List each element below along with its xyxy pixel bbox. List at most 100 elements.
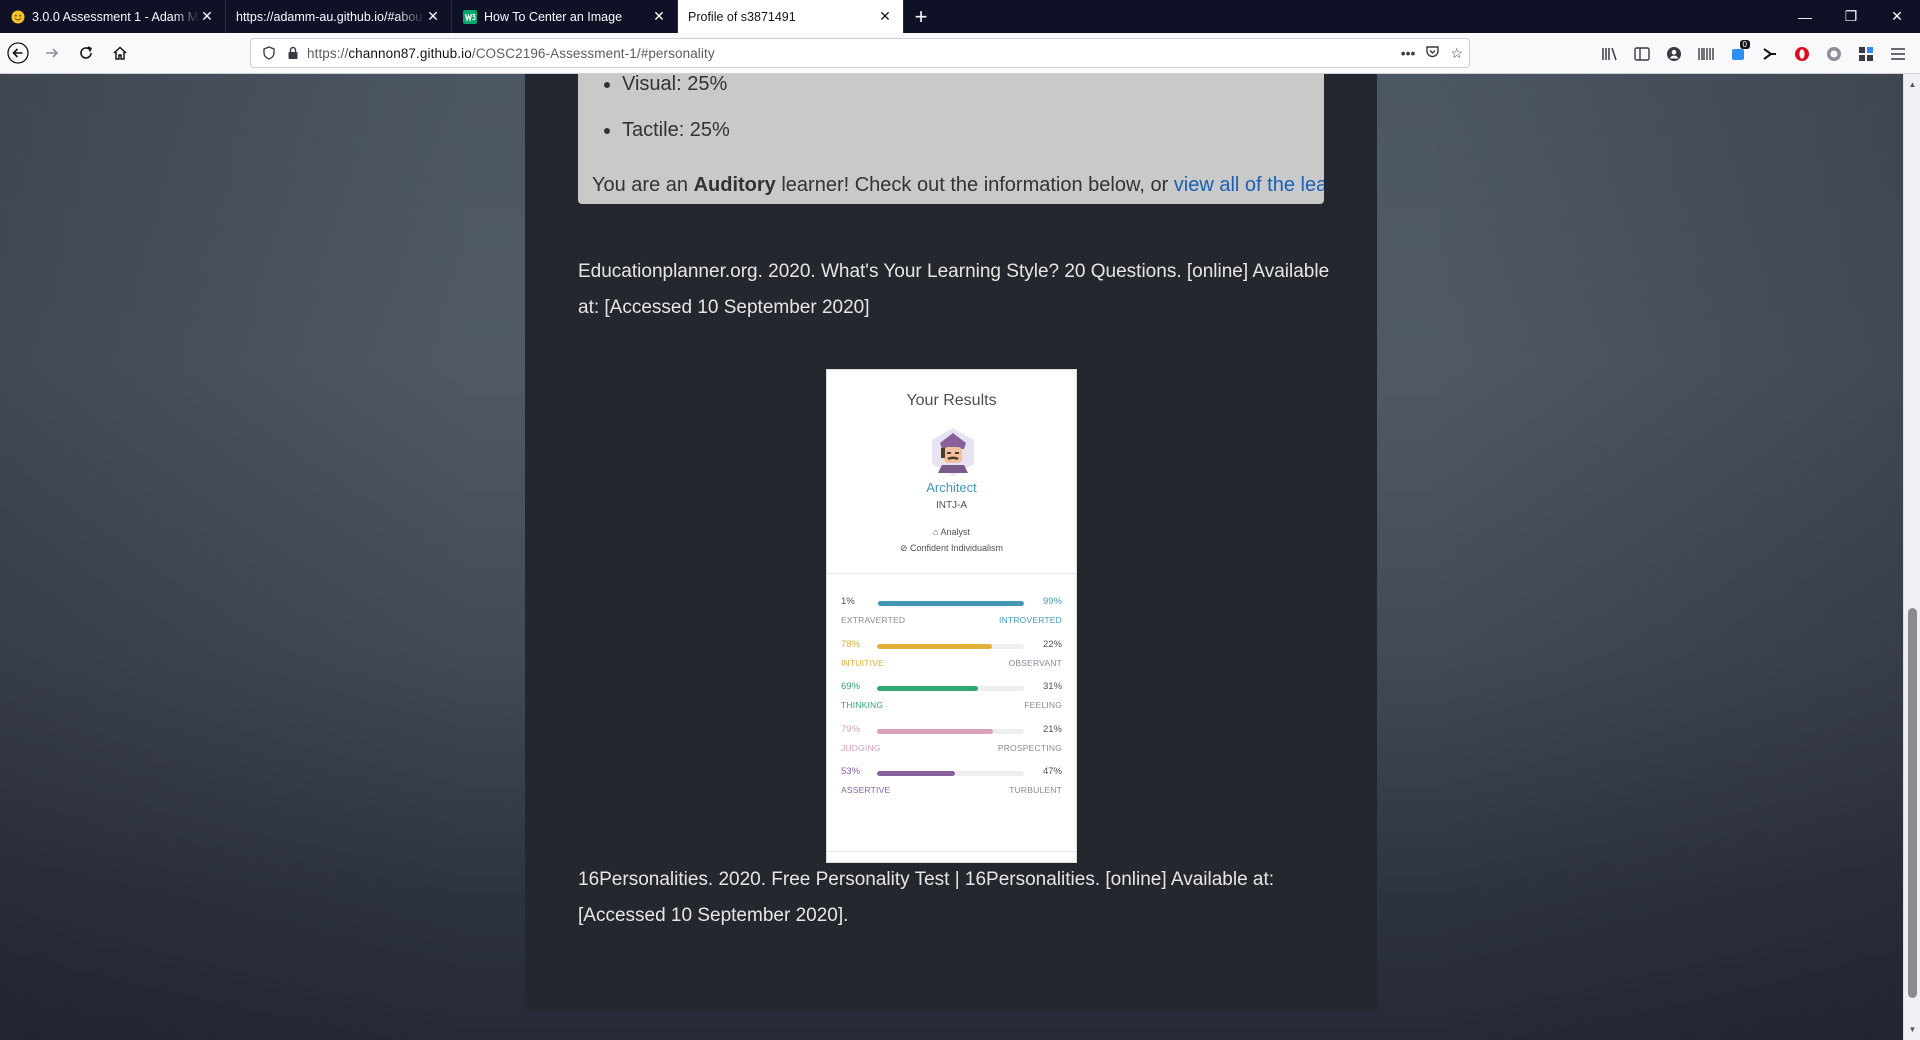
page-viewport: Visual: 25% Tactile: 25% You are an Audi… xyxy=(0,74,1903,1040)
url-bar[interactable]: https://channon87.github.io/COSC2196-Ass… xyxy=(250,38,1470,68)
more-actions-icon[interactable]: ••• xyxy=(1401,45,1416,61)
url-text[interactable]: https://channon87.github.io/COSC2196-Ass… xyxy=(307,46,715,61)
page-scrollbar[interactable]: ▲ ▼ xyxy=(1903,74,1920,1040)
tab-adamm[interactable]: https://adamm-au.github.io/#abou ✕ xyxy=(226,0,452,33)
content-panel: Visual: 25% Tactile: 25% You are an Audi… xyxy=(525,74,1377,1010)
trait-bar xyxy=(877,644,1024,649)
sidebar-icon[interactable] xyxy=(1626,38,1658,70)
forward-button[interactable] xyxy=(36,37,68,69)
tab-profile[interactable]: Profile of s3871491 ✕ xyxy=(678,0,904,33)
trait-right-label: OBSERVANT xyxy=(1008,658,1062,668)
tab-assessment[interactable]: 3.0.0 Assessment 1 - Adam Mu ✕ xyxy=(0,0,226,33)
w3-green-icon xyxy=(462,9,478,25)
trait-left-percent: 69% xyxy=(841,681,861,692)
role-text: Analyst xyxy=(940,527,970,537)
card-bottom-divider xyxy=(827,851,1076,852)
window-controls: — ❐ ✕ xyxy=(1782,0,1920,33)
trait-bar-fill xyxy=(877,771,955,776)
back-arrow-icon xyxy=(7,42,29,64)
close-icon[interactable]: ✕ xyxy=(425,8,441,25)
trait-left-label: JUDGING xyxy=(841,743,881,753)
scroll-up-icon[interactable]: ▲ xyxy=(1904,76,1920,93)
trait-bar xyxy=(877,729,1024,734)
trait-row: 78% 22% INTUITIVE OBSERVANT xyxy=(841,639,1062,679)
account-icon[interactable] xyxy=(1658,38,1690,70)
trait-row: 1% 99% EXTRAVERTED INTROVERTED xyxy=(841,596,1062,636)
bookmark-star-icon[interactable]: ☆ xyxy=(1450,45,1463,62)
trait-right-percent: 31% xyxy=(1042,681,1062,692)
trait-left-percent: 1% xyxy=(841,596,855,607)
check-circle-icon: ⊘ xyxy=(899,543,910,553)
learning-style-list: Visual: 25% Tactile: 25% xyxy=(622,74,730,166)
learning-style-result-image: Visual: 25% Tactile: 25% You are an Audi… xyxy=(578,74,1324,204)
personality-results-card: Your Results Architect INTJ-A ⌂ Analyst … xyxy=(826,369,1077,863)
extensions-grid-icon[interactable] xyxy=(1850,38,1882,70)
view-all-link[interactable]: view all of the lea xyxy=(1174,174,1324,196)
trait-bar-fill xyxy=(877,686,979,691)
menu-hamburger-icon[interactable] xyxy=(1882,38,1914,70)
shield-icon[interactable] xyxy=(259,43,279,63)
card-divider xyxy=(827,573,1076,574)
toolbar-icons: 0 xyxy=(1594,33,1914,74)
note-bold: Auditory xyxy=(693,174,776,196)
close-icon[interactable]: ✕ xyxy=(877,8,893,25)
opera-extension-icon[interactable] xyxy=(1786,38,1818,70)
lock-icon[interactable] xyxy=(283,43,303,63)
close-window-icon[interactable]: ✕ xyxy=(1874,0,1920,33)
new-tab-button[interactable]: + xyxy=(904,0,938,33)
home-button[interactable] xyxy=(104,37,136,69)
trait-bar xyxy=(877,686,1024,691)
trait-right-label: PROSPECTING xyxy=(997,743,1062,753)
restore-icon[interactable]: ❐ xyxy=(1828,0,1874,33)
scroll-down-icon[interactable]: ▼ xyxy=(1904,1021,1920,1038)
trait-bar xyxy=(877,601,1024,606)
url-host: channon87.github.io xyxy=(348,45,472,61)
scrollbar-thumb[interactable] xyxy=(1908,608,1917,998)
trait-right-label: FEELING xyxy=(1024,700,1062,710)
url-prefix: https:// xyxy=(307,45,349,61)
tab-strip: 3.0.0 Assessment 1 - Adam Mu ✕ https://a… xyxy=(0,0,1920,33)
library-icon[interactable] xyxy=(1594,38,1626,70)
notification-extension-icon[interactable]: 0 xyxy=(1722,38,1754,70)
emoji-face-icon xyxy=(10,9,26,25)
personality-type-name: Architect xyxy=(926,480,977,495)
strategy-text: Confident Individualism xyxy=(909,543,1004,553)
minimize-icon[interactable]: — xyxy=(1782,0,1828,33)
share-extension-icon[interactable] xyxy=(1754,38,1786,70)
learning-style-note: You are an Auditory learner! Check out t… xyxy=(592,174,1324,197)
trait-right-label: INTROVERTED xyxy=(999,615,1062,625)
note-text: You are an xyxy=(592,174,694,196)
personality-type-code: INTJ-A xyxy=(935,500,968,511)
trait-right-label: TURBULENT xyxy=(1009,785,1062,795)
reload-button[interactable] xyxy=(70,37,102,69)
role-tag: ⌂ Analyst xyxy=(827,527,1076,537)
citation-educationplanner: Educationplanner.org. 2020. What's Your … xyxy=(578,261,1330,318)
barcode-extension-icon[interactable] xyxy=(1690,38,1722,70)
trait-left-label: ASSERTIVE xyxy=(841,785,891,795)
trait-bar-fill xyxy=(878,601,1024,606)
close-icon[interactable]: ✕ xyxy=(199,8,215,25)
reload-icon xyxy=(80,46,93,59)
trait-right-percent: 21% xyxy=(1042,724,1062,735)
trait-bar-fill xyxy=(877,729,994,734)
tab-title: How To Center an Image xyxy=(484,9,623,24)
strategy-tag: ⊘ Confident Individualism xyxy=(827,543,1076,554)
trait-bar-fill xyxy=(877,644,992,649)
learning-style-item: Visual: 25% xyxy=(622,74,730,120)
back-button[interactable] xyxy=(2,37,34,69)
trait-row: 69% 31% THINKING FEELING xyxy=(841,681,1062,721)
trait-right-percent: 47% xyxy=(1042,766,1062,777)
trait-left-label: THINKING xyxy=(841,700,884,710)
power-extension-icon[interactable] xyxy=(1818,38,1850,70)
tab-center-image[interactable]: How To Center an Image ✕ xyxy=(452,0,678,33)
close-icon[interactable]: ✕ xyxy=(651,8,667,25)
url-path: /COSC2196-Assessment-1/#personality xyxy=(471,45,715,61)
url-actions: ••• ☆ xyxy=(1401,39,1463,67)
tab-title: 3.0.0 Assessment 1 - Adam Mu xyxy=(32,9,199,24)
notification-badge: 0 xyxy=(1739,39,1750,49)
trait-left-percent: 79% xyxy=(841,724,861,735)
pocket-icon[interactable] xyxy=(1425,44,1440,62)
home-icon xyxy=(113,46,127,60)
trait-row: 79% 21% JUDGING PROSPECTING xyxy=(841,724,1062,764)
learning-style-item: Tactile: 25% xyxy=(622,120,730,166)
